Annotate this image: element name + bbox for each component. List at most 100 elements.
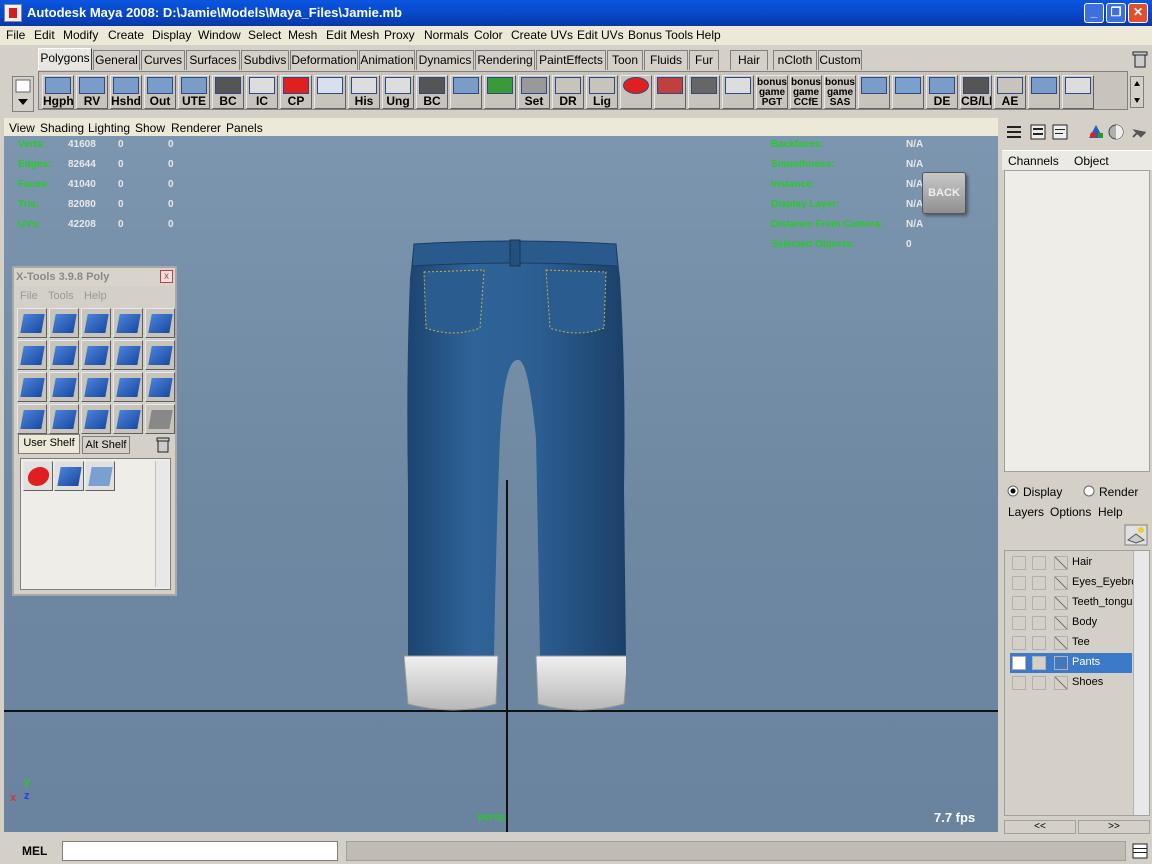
render-radio-icon[interactable] (1082, 484, 1096, 498)
layer-list-icon[interactable] (1030, 124, 1046, 140)
xtools-tool-9[interactable] (113, 340, 143, 370)
trash-icon[interactable] (1132, 50, 1148, 68)
menu-create-uvs[interactable]: Create UVs (511, 28, 573, 42)
shelf-button-out[interactable]: Out (144, 75, 176, 109)
layer-row-hair[interactable]: Hair (1010, 553, 1132, 573)
xtools-tool-8[interactable] (81, 340, 111, 370)
layer-display-type-toggle[interactable] (1032, 616, 1046, 630)
shelf-button-ae[interactable]: AE (994, 75, 1026, 109)
menu-edit-mesh[interactable]: Edit Mesh (326, 28, 379, 42)
render-radio-label[interactable]: Render (1099, 485, 1138, 499)
panel-menu-shading[interactable]: Shading (40, 121, 84, 135)
xtools-tab-user-shelf[interactable]: User Shelf (18, 434, 80, 454)
layer-row-eyes-eyebro[interactable]: Eyes_Eyebro (1010, 573, 1137, 593)
layer-row-tee[interactable]: Tee (1010, 633, 1132, 653)
channel-box-icon[interactable] (1006, 124, 1022, 140)
shapes-color-icon[interactable] (1088, 124, 1104, 140)
channel-box-tab-channels[interactable]: Channels (1008, 154, 1059, 168)
xtools-tool-12[interactable] (49, 372, 79, 402)
xtools-menu-file[interactable]: File (20, 290, 38, 302)
layer-menu-options[interactable]: Options (1050, 505, 1091, 519)
minimize-button[interactable]: _ (1084, 3, 1104, 23)
shelf-tab-fluids[interactable]: Fluids (644, 50, 688, 70)
layer-visibility-toggle[interactable]: V (1012, 656, 1026, 670)
layer-display-type-toggle[interactable] (1032, 636, 1046, 650)
xtools-tool-7[interactable] (49, 340, 79, 370)
menu-display[interactable]: Display (152, 28, 191, 42)
shelf-button-redo[interactable] (620, 75, 652, 109)
shelf-button-plane[interactable] (858, 75, 890, 109)
maya-app-icon[interactable] (4, 4, 22, 22)
layer-row-shoes[interactable]: Shoes (1010, 673, 1132, 693)
shelf-button-rv[interactable]: RV (76, 75, 108, 109)
xtools-tool-11[interactable] (17, 372, 47, 402)
layer-display-type-toggle[interactable] (1032, 596, 1046, 610)
shelf-button-set[interactable]: Set (518, 75, 550, 109)
shelf-button-sas[interactable]: bonus game SAS (824, 75, 856, 109)
maximize-button[interactable]: ❐ (1106, 3, 1126, 23)
xtools-tool-18[interactable] (81, 404, 111, 434)
layer-display-type-toggle[interactable] (1032, 576, 1046, 590)
shelf-button-wire-cube[interactable] (314, 75, 346, 109)
layer-color-swatch[interactable] (1054, 596, 1068, 610)
shelf-button-lig[interactable]: Lig (586, 75, 618, 109)
mel-command-input[interactable] (62, 841, 338, 861)
layer-nav-next-button[interactable]: >> (1078, 820, 1150, 834)
menu-bonus-tools[interactable]: Bonus Tools (628, 28, 693, 42)
menu-proxy[interactable]: Proxy (384, 28, 415, 42)
shelf-tab-custom[interactable]: Custom (818, 50, 862, 70)
attribute-editor-icon[interactable] (1052, 124, 1068, 140)
xtools-menu-help[interactable]: Help (84, 290, 107, 302)
shelf-tab-subdivs[interactable]: Subdivs (241, 50, 289, 70)
xtools-tool-20[interactable] (145, 404, 175, 434)
layer-row-teeth-tongu[interactable]: Teeth_tongu (1010, 593, 1133, 613)
shelf-button-bc[interactable]: BC (212, 75, 244, 109)
shelf-button-ic[interactable]: IC (246, 75, 278, 109)
layer-menu-help[interactable]: Help (1098, 505, 1123, 519)
layer-visibility-toggle[interactable] (1012, 596, 1026, 610)
user-shelf-button-shapes[interactable] (54, 461, 84, 491)
shelf-button-bc-2[interactable]: BC (416, 75, 448, 109)
command-language-label[interactable]: MEL (22, 844, 47, 858)
panel-menu-panels[interactable]: Panels (226, 121, 263, 135)
shelf-tab-dynamics[interactable]: Dynamics (416, 50, 474, 70)
shelf-tab-hair[interactable]: Hair (730, 50, 768, 70)
shelf-tab-general[interactable]: General (93, 50, 140, 70)
shelf-button-cp[interactable]: CP (280, 75, 312, 109)
shelf-button-ung[interactable]: Ung (382, 75, 414, 109)
xtools-tool-10[interactable] (145, 340, 175, 370)
shelf-button-tool-b[interactable] (688, 75, 720, 109)
layer-color-swatch[interactable] (1054, 676, 1068, 690)
shelf-tab-surfaces[interactable]: Surfaces (186, 50, 240, 70)
pick-arrow-icon[interactable] (1130, 124, 1146, 140)
shelf-tab-ncloth[interactable]: nCloth (773, 50, 817, 70)
layer-visibility-toggle[interactable] (1012, 556, 1026, 570)
xtools-tool-14[interactable] (113, 372, 143, 402)
shelf-button-dr[interactable]: DR (552, 75, 584, 109)
layer-row-pants[interactable]: V Pants (1010, 653, 1132, 673)
xtools-tool-1[interactable] (17, 308, 47, 338)
menu-edit[interactable]: Edit (34, 28, 55, 42)
shelf-tab-curves[interactable]: Curves (141, 50, 185, 70)
channel-box-list[interactable] (1004, 170, 1150, 472)
xtools-trash-icon[interactable] (156, 436, 170, 453)
layer-color-swatch[interactable] (1054, 636, 1068, 650)
layer-list-scrollbar[interactable] (1133, 551, 1149, 815)
user-shelf-button-redo[interactable] (23, 461, 53, 491)
layer-visibility-toggle[interactable] (1012, 616, 1026, 630)
shelf-button-tool-a[interactable] (654, 75, 686, 109)
xtools-tool-5[interactable] (145, 308, 175, 338)
shelf-button-hshd[interactable]: Hshd (110, 75, 142, 109)
create-layer-icon[interactable] (1124, 524, 1148, 546)
xtools-tool-15[interactable] (145, 372, 175, 402)
shelf-button-curve-tool[interactable] (1062, 75, 1094, 109)
shelf-button-blue-shape[interactable] (1028, 75, 1060, 109)
shelf-tab-animation[interactable]: Animation (359, 50, 415, 70)
user-shelf-scrollbar[interactable] (155, 461, 169, 587)
xtools-tool-4[interactable] (113, 308, 143, 338)
panel-menu-lighting[interactable]: Lighting (88, 121, 130, 135)
shelf-button-tool-c[interactable] (722, 75, 754, 109)
shelf-button-de[interactable]: DE (926, 75, 958, 109)
shelf-button-pgt[interactable]: bonus game PGT (756, 75, 788, 109)
menu-create[interactable]: Create (108, 28, 144, 42)
